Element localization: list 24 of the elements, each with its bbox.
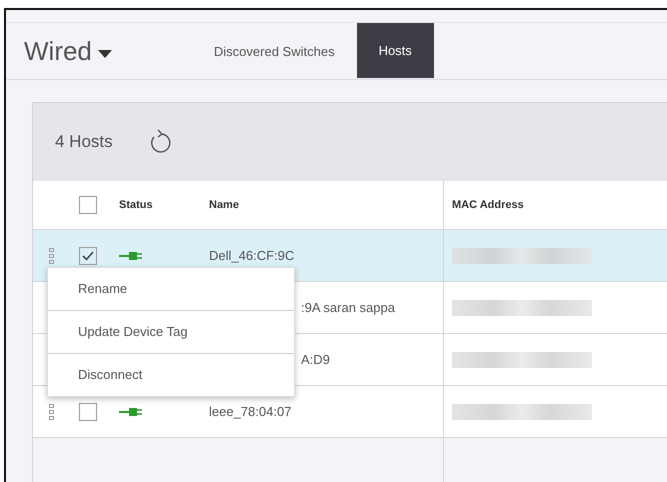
select-all-checkbox[interactable]: [79, 196, 97, 214]
drag-handle-icon[interactable]: [49, 248, 54, 264]
plug-icon: [119, 406, 143, 416]
column-header[interactable]: Name: [209, 199, 239, 211]
column-header[interactable]: Status: [119, 199, 153, 211]
page-title[interactable]: Wired: [24, 36, 92, 66]
drag-handle-icon[interactable]: [49, 404, 54, 420]
menu-item[interactable]: Rename: [48, 268, 294, 311]
check-icon: [82, 250, 94, 260]
row-checkbox[interactable]: [79, 402, 97, 420]
host-name: :9A saran sappa: [301, 300, 395, 315]
host-name: A:D9: [301, 352, 330, 367]
refresh-icon[interactable]: [148, 129, 171, 155]
host-name: leee_78:04:07: [209, 404, 292, 419]
caret-icon[interactable]: [98, 50, 112, 58]
plug-icon: [119, 250, 143, 260]
tab[interactable]: Hosts: [356, 23, 434, 78]
row-checkbox[interactable]: [79, 246, 97, 264]
host-count: 4 Hosts: [55, 132, 113, 152]
host-name: Dell_46:CF:9C: [209, 248, 294, 263]
tab[interactable]: Discovered Switches: [192, 23, 357, 79]
menu-item[interactable]: Update Device Tag: [48, 311, 294, 354]
column-header[interactable]: MAC Address: [452, 199, 524, 211]
table-row[interactable]: leee_78:04:07: [33, 386, 667, 438]
